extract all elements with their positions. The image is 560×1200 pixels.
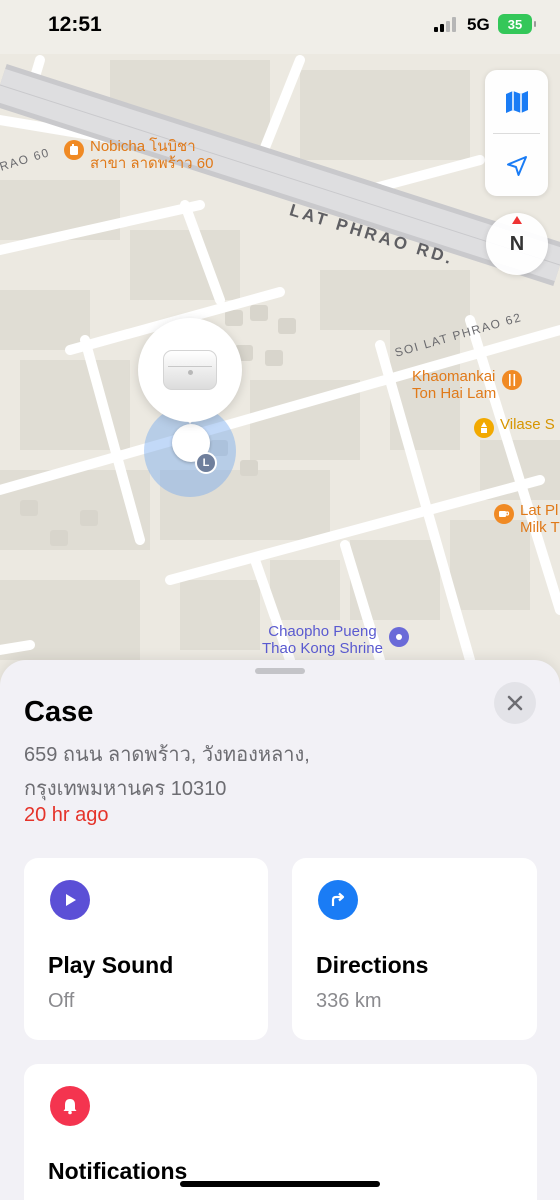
poi-nobicha-label: Nobicha โนบิชา สาขา ลาดพร้าว 60 xyxy=(90,138,214,172)
poi-lat-milk[interactable]: Lat Pl Milk T xyxy=(494,502,560,536)
compass-label: N xyxy=(509,232,525,255)
notifications-card[interactable]: Notifications xyxy=(24,1064,537,1200)
directions-distance: 336 km xyxy=(316,990,382,1012)
last-seen-time: 20 hr ago xyxy=(24,804,109,826)
item-title: Case xyxy=(24,696,94,728)
address-line-1: 659 ถนน ลาดพร้าว, วังทองหลาง, xyxy=(24,744,310,766)
close-icon xyxy=(507,695,523,711)
map-icon xyxy=(505,90,528,113)
device-marker-bubble[interactable] xyxy=(138,318,242,422)
poi-chaopho-shrine[interactable]: Chaopho Pueng Thao Kong Shrine xyxy=(262,623,409,657)
directions-title: Directions xyxy=(316,952,429,978)
compass-north-indicator xyxy=(512,216,522,224)
cafe-icon xyxy=(494,504,514,524)
fork-knife-icon xyxy=(502,370,523,390)
sheet-grabber[interactable] xyxy=(255,668,305,674)
poi-khaomankai-label: Khaomankai Ton Hai Lam xyxy=(412,368,497,402)
battery-icon: 35 xyxy=(498,14,536,34)
poi-chaopho-label: Chaopho Pueng Thao Kong Shrine xyxy=(262,623,383,657)
food-icon xyxy=(64,140,84,160)
status-time: 12:51 xyxy=(48,13,102,36)
play-sound-title: Play Sound xyxy=(48,952,174,978)
poi-nobicha[interactable]: Nobicha โนบิชา สาขา ลาดพร้าว 60 xyxy=(64,138,213,172)
compass-button[interactable]: N xyxy=(486,213,548,275)
temple-icon xyxy=(474,418,494,438)
turn-right-icon xyxy=(318,880,358,920)
map-controls xyxy=(485,70,548,196)
play-sound-status: Off xyxy=(48,990,75,1012)
status-bar: 12:51 5G 35 xyxy=(0,0,560,54)
bell-icon xyxy=(50,1086,90,1126)
network-type: 5G xyxy=(467,15,490,34)
map-mode-button[interactable] xyxy=(485,70,548,133)
current-location-button[interactable] xyxy=(485,134,548,197)
play-sound-card[interactable]: Play Sound Off xyxy=(24,858,268,1040)
directions-card[interactable]: Directions 336 km xyxy=(292,858,537,1040)
notifications-title: Notifications xyxy=(48,1158,188,1184)
poi-vilase[interactable]: Vilase S xyxy=(474,416,555,438)
cellular-signal-icon xyxy=(434,17,456,32)
item-detail-sheet: Case 659 ถนน ลาดพร้าว, วังทองหลาง, กรุงเ… xyxy=(0,660,560,1200)
poi-vilase-label: Vilase S xyxy=(500,416,555,433)
map-view[interactable]: LAT PHRAO RD. SOI LAT PHRAO 62 RAO 60 No… xyxy=(0,0,560,700)
close-button[interactable] xyxy=(494,682,536,724)
location-arrow-icon xyxy=(506,155,527,176)
address-line-2: กรุงเทพมหานคร 10310 xyxy=(24,778,227,800)
play-icon xyxy=(50,880,90,920)
airpods-case-image xyxy=(163,350,217,390)
left-earbud-badge: L xyxy=(195,452,217,474)
poi-lat-milk-label: Lat Pl Milk T xyxy=(520,502,560,536)
map-roads xyxy=(0,55,560,665)
poi-khaomankai[interactable]: Khaomankai Ton Hai Lam xyxy=(412,368,523,402)
home-indicator[interactable] xyxy=(180,1181,380,1187)
battery-level: 35 xyxy=(507,16,523,32)
landmark-icon xyxy=(388,627,409,647)
